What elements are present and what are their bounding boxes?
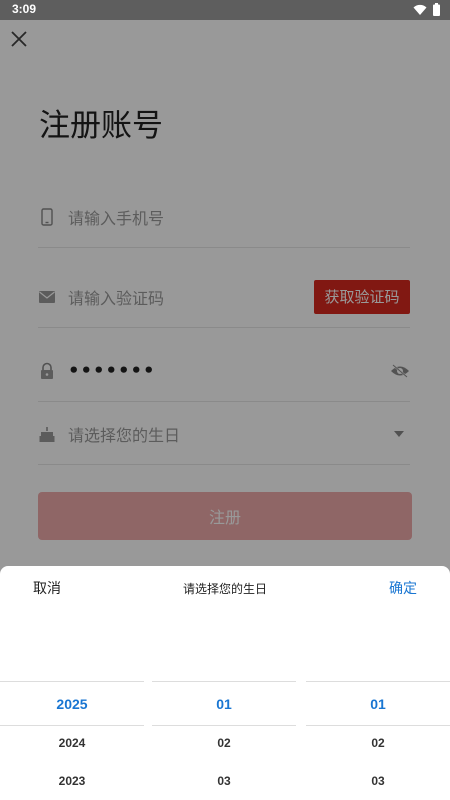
month-wheel[interactable]: 01 02 03 <box>152 681 296 800</box>
year-option-selected[interactable]: 2025 <box>0 696 144 712</box>
birthday-picker-sheet: 取消 请选择您的生日 确定 2025 2024 2023 01 02 03 01… <box>0 566 450 800</box>
year-wheel-divider-top <box>0 681 144 682</box>
month-wheel-divider-bottom <box>152 725 296 726</box>
month-option[interactable]: 02 <box>152 736 296 750</box>
day-wheel-divider-top <box>306 681 450 682</box>
status-bar: 3:09 <box>0 0 450 20</box>
status-time: 3:09 <box>12 2 37 16</box>
year-option[interactable]: 2024 <box>0 736 144 750</box>
year-wheel[interactable]: 2025 2024 2023 <box>0 681 144 800</box>
month-option-selected[interactable]: 01 <box>152 696 296 712</box>
day-wheel[interactable]: 01 02 03 <box>306 681 450 800</box>
day-option[interactable]: 02 <box>306 736 450 750</box>
picker-title: 请选择您的生日 <box>182 582 267 596</box>
year-wheel-divider-bottom <box>0 725 144 726</box>
day-option[interactable]: 03 <box>306 774 450 788</box>
wifi-icon <box>413 4 427 15</box>
battery-icon <box>433 3 440 16</box>
day-wheel-divider-bottom <box>306 725 450 726</box>
month-wheel-divider-top <box>152 681 296 682</box>
month-option[interactable]: 03 <box>152 774 296 788</box>
year-option[interactable]: 2023 <box>0 774 144 788</box>
status-icons <box>413 3 440 16</box>
day-option-selected[interactable]: 01 <box>306 696 450 712</box>
picker-confirm-button[interactable]: 确定 <box>389 578 417 598</box>
